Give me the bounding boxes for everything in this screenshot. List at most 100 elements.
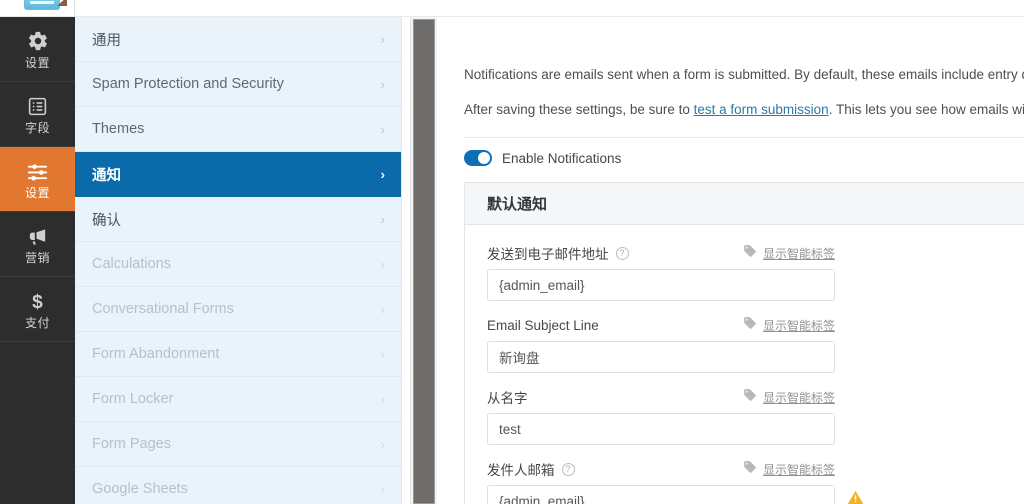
sidebar-item-label: 设置	[24, 56, 50, 70]
icon-sidebar: 设置 字段 设置 营销 $ 支付	[0, 17, 75, 504]
notification-card: 默认通知 发送到电子邮件地址 ? 显示智能标签 {admin_email} Em…	[464, 182, 1024, 504]
show-smart-tags-label: 显示智能标签	[762, 463, 835, 477]
nav-item-label: Spam Protection and Security	[92, 76, 284, 92]
nav-item-label: Conversational Forms	[92, 301, 234, 317]
list-icon	[26, 94, 50, 118]
nav-item-notifications[interactable]: 通知 ›	[75, 152, 401, 197]
nav-item-label: Form Pages	[92, 436, 171, 452]
settings-nav-panel: 通用 › Spam Protection and Security › Them…	[75, 17, 402, 504]
notification-card-header: 默认通知	[465, 183, 1024, 225]
field-header: 发件人邮箱 ? 显示智能标签	[487, 459, 835, 479]
nav-item-form-locker[interactable]: Form Locker ›	[75, 377, 401, 422]
toggle-knob	[478, 152, 490, 164]
sliders-icon	[26, 159, 50, 183]
field-label: 发送到电子邮件地址	[487, 247, 609, 262]
intro-paragraph-2: After saving these settings, be sure to …	[464, 100, 1024, 120]
field-send-to-email: 发送到电子邮件地址 ? 显示智能标签	[487, 243, 835, 301]
app-root: 设置 字段 设置 营销 $ 支付 通用 › Spam Protection an…	[0, 0, 1024, 504]
field-header: 从名字 显示智能标签	[487, 387, 835, 407]
nav-item-label: 确认	[92, 212, 121, 229]
enable-notifications-toggle[interactable]	[464, 150, 492, 166]
nav-item-label: Themes	[92, 121, 145, 137]
show-smart-tags-label: 显示智能标签	[762, 319, 835, 333]
field-email-subject-line: Email Subject Line 显示智能标签	[487, 315, 835, 373]
nav-item-spam-protection-and-security[interactable]: Spam Protection and Security ›	[75, 62, 401, 107]
email-subject-line-input[interactable]	[487, 341, 835, 373]
tag-icon	[743, 244, 757, 263]
logo-divider	[74, 0, 75, 17]
intro-paragraph-1: Notifications are emails sent when a for…	[464, 67, 1024, 82]
field-header: 发送到电子邮件地址 ? 显示智能标签	[487, 243, 835, 263]
nav-item-form-abandonment[interactable]: Form Abandonment ›	[75, 332, 401, 377]
chevron-right-icon: ›	[380, 121, 385, 137]
nav-item-label: Google Sheets	[92, 481, 188, 497]
field-from-email: 发件人邮箱 ? 显示智能标签	[487, 459, 864, 504]
section-divider	[464, 137, 1024, 138]
nav-item-themes[interactable]: Themes ›	[75, 107, 401, 152]
chevron-right-icon: ›	[380, 301, 385, 317]
chevron-right-icon: ›	[380, 31, 385, 47]
nav-item-google-sheets[interactable]: Google Sheets ›	[75, 467, 401, 504]
nav-item-calculations[interactable]: Calculations ›	[75, 242, 401, 287]
chevron-right-icon: ›	[380, 211, 385, 227]
from-email-input[interactable]	[487, 485, 835, 504]
sidebar-item-label: 支付	[24, 316, 50, 330]
notification-card-body: 发送到电子邮件地址 ? 显示智能标签 {admin_email} Email S…	[465, 225, 1024, 504]
show-smart-tags-button[interactable]: 显示智能标签	[743, 316, 835, 335]
help-icon[interactable]: ?	[561, 462, 575, 476]
sidebar-item-marketing[interactable]: 营销	[0, 212, 75, 277]
field-label: 从名字	[487, 391, 528, 406]
gear-icon	[26, 29, 50, 53]
logo-icon	[24, 0, 60, 10]
sidebar-item-label: 设置	[24, 186, 50, 200]
chevron-right-icon: ›	[380, 166, 385, 182]
nav-item-label: 通知	[92, 167, 121, 184]
top-strip	[0, 0, 1024, 17]
sidebar-item-label: 营销	[24, 251, 50, 265]
nav-item-conversational-forms[interactable]: Conversational Forms ›	[75, 287, 401, 332]
tag-icon	[743, 388, 757, 407]
show-smart-tags-button[interactable]: 显示智能标签	[743, 244, 835, 263]
megaphone-icon	[26, 224, 50, 248]
chevron-right-icon: ›	[380, 436, 385, 452]
show-smart-tags-button[interactable]: 显示智能标签	[743, 388, 835, 407]
enable-notifications-label: Enable Notifications	[502, 150, 622, 166]
sidebar-item-settings-general[interactable]: 设置	[0, 17, 75, 82]
nav-item-confirmations[interactable]: 确认 ›	[75, 197, 401, 242]
nav-item-label: Form Locker	[92, 391, 174, 407]
tag-icon	[743, 460, 757, 479]
field-from-name: 从名字 显示智能标签	[487, 387, 835, 445]
sidebar-item-settings[interactable]: 设置	[0, 147, 75, 212]
svg-text:$: $	[32, 292, 43, 313]
field-label: Email Subject Line	[487, 317, 599, 333]
scrollbar-thumb[interactable]	[413, 19, 435, 504]
sidebar-item-label: 字段	[24, 121, 50, 135]
show-smart-tags-label: 显示智能标签	[762, 391, 835, 405]
nav-item-label: 通用	[92, 32, 121, 49]
nav-item-label: Calculations	[92, 256, 171, 272]
intro-text-after: . This lets you see how emails will look…	[828, 102, 1024, 117]
tag-icon	[743, 316, 757, 335]
chevron-right-icon: ›	[380, 391, 385, 407]
nav-item-form-pages[interactable]: Form Pages ›	[75, 422, 401, 467]
send-to-email-input[interactable]	[487, 269, 835, 301]
warning-icon[interactable]	[847, 489, 864, 504]
test-form-submission-link[interactable]: test a form submission	[694, 102, 829, 117]
field-label: 发件人邮箱	[487, 463, 555, 478]
help-icon[interactable]: ?	[615, 246, 629, 260]
sidebar-item-fields[interactable]: 字段	[0, 82, 75, 147]
main-content: Notifications are emails sent when a for…	[438, 17, 1024, 504]
show-smart-tags-button[interactable]: 显示智能标签	[743, 460, 835, 479]
chevron-right-icon: ›	[380, 76, 385, 92]
notification-card-title: 默认通知	[487, 196, 548, 213]
intro-text-before: After saving these settings, be sure to	[464, 102, 694, 117]
chevron-right-icon: ›	[380, 346, 385, 362]
field-header: Email Subject Line 显示智能标签	[487, 315, 835, 335]
nav-item-general[interactable]: 通用 ›	[75, 17, 401, 62]
chevron-right-icon: ›	[380, 481, 385, 497]
show-smart-tags-label: 显示智能标签	[762, 247, 835, 261]
enable-notifications-toggle-row[interactable]: Enable Notifications	[464, 150, 621, 166]
dollar-icon: $	[26, 289, 50, 313]
sidebar-item-payments[interactable]: $ 支付	[0, 277, 75, 342]
from-name-input[interactable]	[487, 413, 835, 445]
